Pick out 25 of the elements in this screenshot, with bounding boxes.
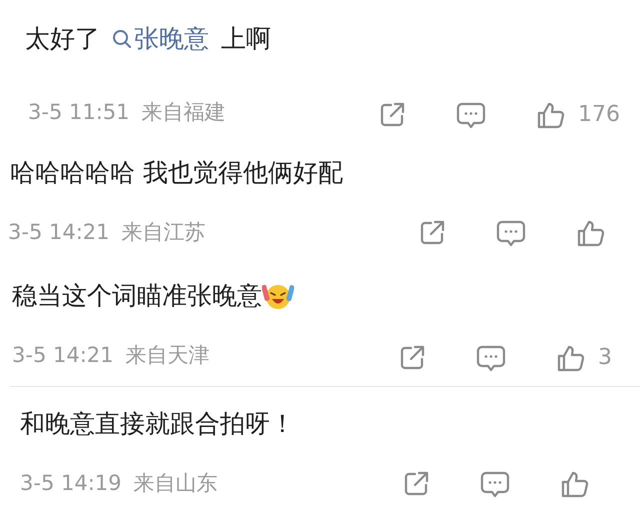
comment-icon[interactable]	[480, 470, 510, 498]
comment-location: 来自江苏	[122, 219, 206, 246]
comment-time: 3-5 14:21	[8, 219, 110, 246]
comment-time: 3-5 14:19	[20, 470, 122, 498]
comment-icon[interactable]	[476, 344, 506, 372]
comment-icon[interactable]	[456, 100, 486, 128]
comment-location: 来自福建	[142, 99, 226, 126]
comment-text: 稳当这个词瞄准张晚意	[12, 279, 294, 313]
share-icon[interactable]	[398, 344, 426, 372]
comment-time: 3-5 11:51	[28, 99, 130, 126]
thumbs-up-icon[interactable]	[560, 469, 590, 499]
thumbs-up-icon[interactable]	[576, 218, 606, 248]
comment-location: 来自山东	[134, 470, 218, 498]
comment-text: 和晚意直接就跟合拍呀！	[20, 408, 295, 440]
search-icon	[112, 29, 132, 49]
comment-time: 3-5 14:21	[12, 342, 114, 370]
comment-icon[interactable]	[496, 219, 526, 247]
comment-text: 太好了 张晚意 上啊	[25, 23, 271, 55]
comment-location: 来自天津	[126, 342, 210, 370]
share-icon[interactable]	[418, 219, 446, 247]
like-count: 3	[598, 344, 612, 372]
like-count: 176	[578, 101, 620, 129]
share-icon[interactable]	[402, 470, 430, 498]
comment-text: 哈哈哈哈哈 我也觉得他俩好配	[10, 157, 343, 189]
share-icon[interactable]	[378, 100, 406, 128]
